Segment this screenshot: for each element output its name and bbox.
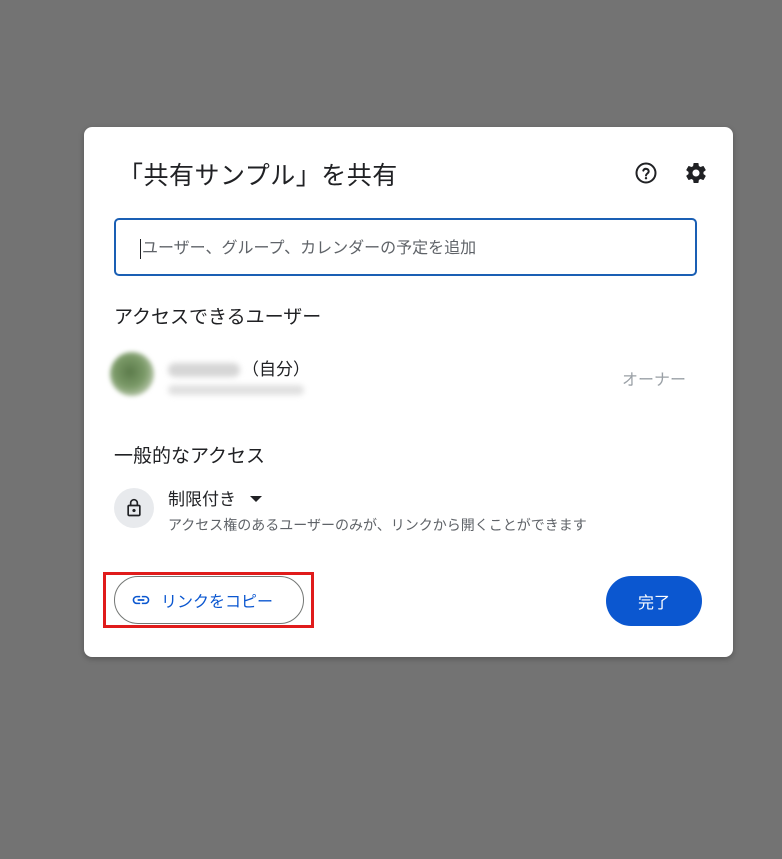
user-name: （自分） (168, 355, 310, 380)
settings-button[interactable] (683, 160, 709, 186)
access-description: アクセス権のあるユーザーのみが、リンクから開くことができます (168, 518, 587, 534)
link-icon (132, 595, 150, 605)
self-label: （自分） (242, 360, 310, 380)
lock-icon (127, 498, 141, 517)
general-access-heading: 一般的なアクセス (114, 445, 266, 467)
access-level-label: 制限付き (168, 490, 236, 510)
owner-role-label: オーナー (621, 370, 686, 389)
access-level-dropdown[interactable]: 制限付き (168, 485, 262, 510)
lock-badge (114, 488, 154, 528)
people-with-access-heading: アクセスできるユーザー (114, 306, 322, 328)
copy-link-button[interactable]: リンクをコピー (114, 576, 304, 624)
share-dialog: 「共有サンプル」を共有 アクセスできるユーザー （自分） オーナー 一般的なアク… (84, 127, 733, 657)
help-button[interactable] (633, 160, 659, 186)
copy-link-label: リンクをコピー (161, 592, 274, 611)
gear-icon (686, 162, 706, 183)
avatar (110, 352, 154, 396)
add-people-field[interactable] (114, 218, 697, 276)
blurred-user-name (168, 363, 240, 377)
text-caret (140, 239, 141, 259)
dropdown-arrow-icon (250, 495, 262, 502)
blurred-user-email (168, 385, 304, 395)
done-button[interactable]: 完了 (606, 576, 702, 626)
general-access-row: 制限付き アクセス権のあるユーザーのみが、リンクから開くことができます (114, 483, 704, 543)
dialog-title: 「共有サンプル」を共有 (118, 161, 398, 190)
user-row: （自分） オーナー (110, 349, 700, 401)
help-circle-icon (635, 162, 657, 184)
add-people-input[interactable] (140, 236, 695, 258)
